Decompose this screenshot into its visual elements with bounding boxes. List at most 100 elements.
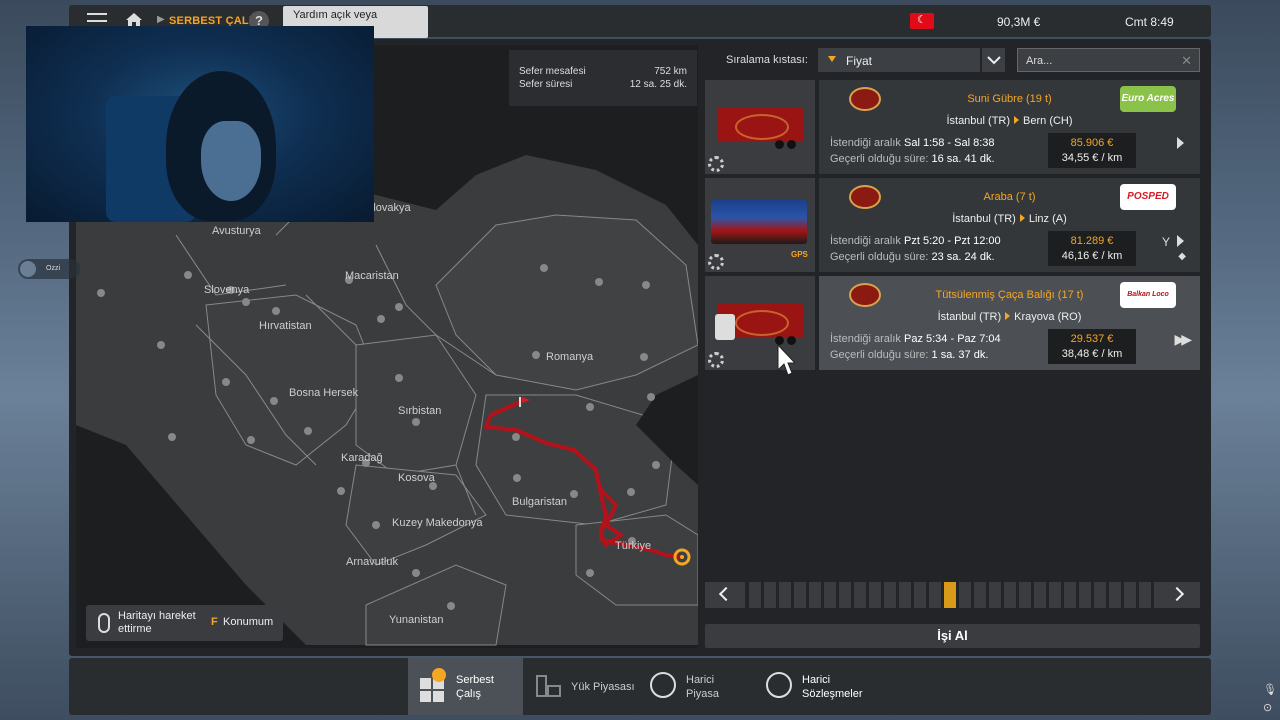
pager-prev-button[interactable] [705,582,745,608]
search-placeholder: Ara... [1026,55,1053,67]
price: 85.906 € [1070,137,1114,149]
gear-icon[interactable] [708,254,724,270]
tab-serbest-calis[interactable]: Serbest Çalış [408,658,523,715]
tab-harici-piyasa[interactable]: Harici Piyasa [638,658,753,715]
tab-yuk-piyasasi[interactable]: Yük Piyasası [523,658,638,715]
price-box: 29.537 € 38,48 € / km [1048,329,1136,364]
pager-next-button[interactable] [1160,582,1200,608]
delivery-window: İstendiği aralık Pzt 5:20 - Pzt 12:00 [830,235,1001,247]
price-box: 85.906 € 34,55 € / km [1048,133,1136,168]
price-per-km: 46,16 € / km [1061,250,1123,262]
cargo-name: Araba (7 t) [983,191,1036,203]
my-location-hint[interactable]: Konumum [223,616,273,628]
trip-info-panel: Sefer mesafesi 752 km Sefer süresi 12 sa. … [509,50,697,106]
pager-page[interactable] [1019,582,1031,608]
sort-label: Sıralama kıstası: [726,54,808,66]
fast-forward-icon[interactable]: ▶▶ [1174,331,1191,348]
pager-page[interactable] [869,582,881,608]
search-input[interactable]: Ara... ✕ [1017,48,1200,72]
job-pager [705,582,1200,608]
car-carrier-image [711,200,807,244]
pager-page[interactable] [929,582,941,608]
turkey-flag-icon [910,13,934,29]
settings-icon: ⊙ [1263,702,1273,714]
job-details[interactable]: Euro Acres Suni Gübre (19 t) İstanbul (T… [819,80,1200,174]
trip-distance-value: 752 km [654,66,687,77]
pager-page[interactable] [854,582,866,608]
cargo-name: Tütsülenmiş Çaça Balığı (17 t) [935,289,1084,301]
pager-page[interactable] [974,582,986,608]
webcam-overlay [26,26,374,222]
tab-label: Harici Piyasa [686,674,720,700]
tab-label: Yük Piyasası [571,681,635,693]
sort-direction-icon [828,56,836,62]
route-text: İstanbul (TR) Krayova (RO) [937,311,1082,323]
gear-icon[interactable] [708,156,724,172]
delivery-window: İstendiği aralık Sal 1:58 - Sal 8:38 [830,137,995,149]
globe-icon [650,672,676,698]
chevron-right-icon: ▶ [157,14,165,25]
mouse-cursor-icon [777,344,795,376]
pager-page[interactable] [749,582,761,608]
trailer-thumbnail [705,80,815,174]
clear-search-icon[interactable]: ✕ [1181,53,1192,69]
job-card[interactable]: Euro Acres Suni Gübre (19 t) İstanbul (T… [705,80,1200,174]
pager-page[interactable] [779,582,791,608]
location-key: F [211,616,218,628]
job-details[interactable]: POSPED Araba (7 t) İstanbul (TR) Linz (A)… [819,178,1200,272]
route-arrow-icon [1014,116,1020,124]
price-per-km: 34,55 € / km [1061,152,1123,164]
pager-page[interactable] [884,582,896,608]
price-box: 81.289 € 46,16 € / km [1048,231,1136,266]
map-label-bosna: Bosna Hersek [289,387,359,399]
cargo-stack-icon [535,672,561,698]
pager-page[interactable] [809,582,821,608]
job-card[interactable]: GPS POSPED Araba (7 t) İstanbul (TR) Linz… [705,178,1200,272]
route-arrow-icon [1005,312,1011,320]
route-text: İstanbul (TR) Linz (A) [952,213,1067,225]
pager-page[interactable] [1064,582,1076,608]
pager-page[interactable] [1034,582,1046,608]
map-label-macaristan: Macaristan [345,270,399,282]
pager-page[interactable] [1124,582,1136,608]
pager-page[interactable] [839,582,851,608]
pager-page[interactable] [1139,582,1151,608]
mouse-icon [98,613,110,633]
pager-page[interactable] [1094,582,1106,608]
chevron-right-icon [1169,586,1185,602]
tab-label: Harici Sözleşmeler [802,674,863,700]
accept-job-button[interactable]: İşi Al [705,624,1200,648]
globe-icon [766,672,792,698]
play-icon[interactable] [1177,137,1184,149]
pager-page[interactable] [1079,582,1091,608]
tab-harici-sozlesmeler[interactable]: Harici Sözleşmeler [754,658,879,715]
pager-page[interactable] [1109,582,1121,608]
map-label-makedonya: Kuzey Makedonya [392,517,483,529]
pager-page[interactable] [1049,582,1061,608]
map-label-avusturya: Avusturya [212,225,261,237]
sort-value: Fiyat [846,54,873,68]
route-arrow-icon [1019,214,1025,222]
pager-page[interactable] [1004,582,1016,608]
pager-page-active[interactable] [944,582,956,608]
play-icon[interactable] [1177,235,1184,247]
pager-page[interactable] [824,582,836,608]
price-per-km: 38,48 € / km [1061,348,1123,360]
price: 29.537 € [1070,333,1114,345]
side-badge: Ozzi [18,259,80,279]
map-controls-hint: Haritayı hareket ettirme F Konumum [86,605,283,641]
sort-select[interactable]: Fiyat [818,48,980,72]
gear-icon[interactable] [708,352,724,368]
pager-page[interactable] [914,582,926,608]
pager-page[interactable] [899,582,911,608]
job-details[interactable]: Balkan Loco Tütsülenmiş Çaça Balığı (17 … [819,276,1200,370]
trailer-thumbnail: GPS [705,178,815,272]
pager-page[interactable] [794,582,806,608]
map-label-romanya: Romanya [546,351,594,363]
chevron-left-icon [718,586,734,602]
sort-dropdown-button[interactable] [982,48,1005,72]
pager-page[interactable] [959,582,971,608]
pager-page[interactable] [764,582,776,608]
pager-page[interactable] [989,582,1001,608]
trailer-image [717,108,803,142]
